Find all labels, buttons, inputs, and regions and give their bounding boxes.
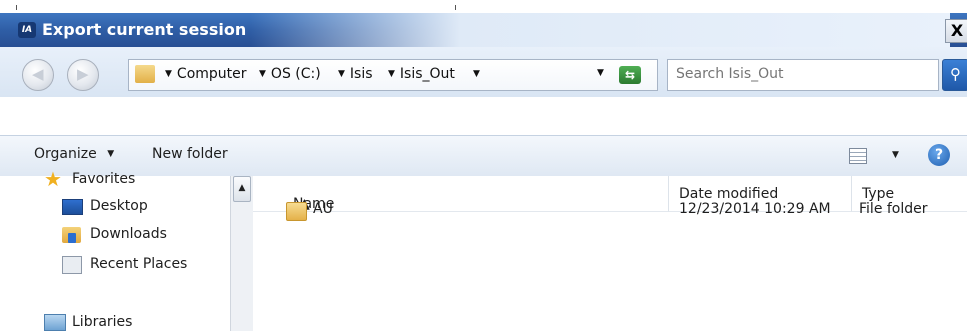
app-icon: IA <box>18 22 36 38</box>
organize-button[interactable]: Organize ▼ <box>34 146 114 162</box>
title-bar-blend <box>250 13 950 47</box>
star-icon: ★ <box>44 167 62 191</box>
search-box[interactable] <box>667 59 939 91</box>
search-input[interactable] <box>674 65 928 83</box>
scroll-up-icon[interactable]: ▲ <box>233 176 251 202</box>
file-date-modified: 12/23/2014 10:29 AM <box>679 201 831 217</box>
new-folder-button[interactable]: New folder <box>152 146 228 162</box>
breadcrumb-item-computer[interactable]: ▼ Computer <box>165 66 247 82</box>
view-options-icon[interactable] <box>849 148 867 164</box>
command-bar: Organize ▼ New folder ▼ ? <box>0 135 967 177</box>
desktop-icon <box>62 199 83 215</box>
recent-places-icon <box>62 256 82 274</box>
address-row: ◀ ▶ ▼ Computer ▼ OS (C:) ▼ Isis ▼ Isis_Out ▼… <box>0 47 967 97</box>
forward-button[interactable]: ▶ <box>67 59 99 91</box>
close-button[interactable]: X <box>945 19 967 43</box>
breadcrumb-dropdown[interactable]: ▼ <box>473 66 485 82</box>
forward-arrow-icon: ▶ <box>77 65 89 83</box>
file-name: AU <box>313 201 333 217</box>
navigation-pane: ★ Favorites Desktop Downloads Recent Pla… <box>0 169 230 331</box>
breadcrumb-item-isis[interactable]: ▼ Isis <box>338 66 373 82</box>
search-icon[interactable]: ⚲ <box>942 59 967 91</box>
table-row[interactable]: AU 12/23/2014 10:29 AM File folder <box>253 195 967 225</box>
window-title: Export current session <box>42 20 247 39</box>
divider <box>16 5 17 10</box>
breadcrumb[interactable]: ▼ Computer ▼ OS (C:) ▼ Isis ▼ Isis_Out ▼ ▼ ⇆ <box>128 59 658 91</box>
breadcrumb-item-os-c[interactable]: ▼ OS (C:) <box>259 66 321 82</box>
libraries-icon <box>44 314 66 331</box>
background-strip <box>0 0 967 12</box>
view-dropdown-chevron-icon[interactable]: ▼ <box>892 150 899 160</box>
refresh-button[interactable]: ⇆ <box>619 66 641 84</box>
chevron-down-icon: ▼ <box>107 149 115 159</box>
divider <box>455 5 456 10</box>
help-icon[interactable]: ? <box>928 144 950 166</box>
folder-icon <box>286 202 307 221</box>
file-type: File folder <box>859 201 928 217</box>
back-arrow-icon: ◀ <box>32 65 44 83</box>
back-button[interactable]: ◀ <box>22 59 54 91</box>
nav-pane-scrollbar[interactable]: ▲ <box>230 176 253 331</box>
download-arrow-icon <box>68 233 76 243</box>
folder-icon <box>135 65 155 83</box>
title-bar: IA Export current session X <box>0 13 967 47</box>
address-history-dropdown[interactable]: ▼ <box>597 68 604 78</box>
breadcrumb-item-isis-out[interactable]: ▼ Isis_Out <box>388 66 455 82</box>
